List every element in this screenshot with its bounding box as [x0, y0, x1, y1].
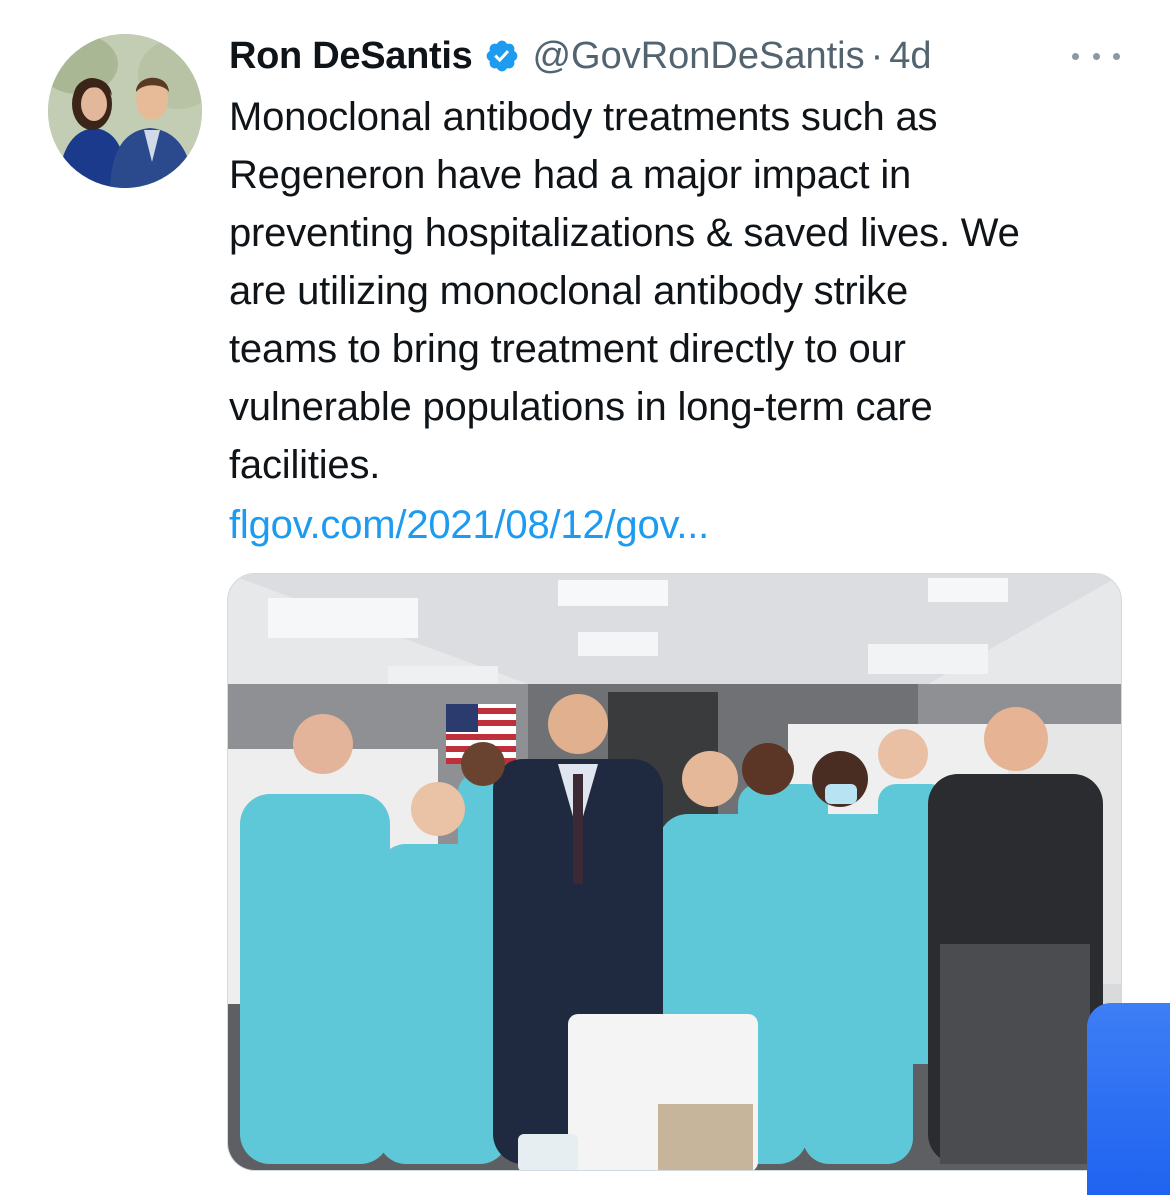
tweet-header: Ron DeSantis @GovRonDeSantis · 4d — [229, 30, 932, 82]
verified-badge-icon — [484, 38, 520, 74]
author-handle[interactable]: @GovRonDeSantis — [532, 30, 864, 82]
more-dot — [1113, 52, 1120, 60]
profile-avatar[interactable] — [48, 34, 202, 188]
author-name[interactable]: Ron DeSantis — [229, 30, 473, 82]
tweet[interactable]: Ron DeSantis @GovRonDeSantis · 4d Monocl… — [0, 0, 1170, 1195]
timestamp[interactable]: 4d — [889, 30, 931, 82]
floating-action-overlay[interactable] — [1087, 1003, 1170, 1195]
more-options-icon[interactable] — [1068, 36, 1124, 76]
more-dot — [1092, 52, 1100, 60]
tweet-link[interactable]: flgov.com/2021/08/12/gov... — [229, 496, 709, 554]
tweet-photo[interactable] — [227, 573, 1122, 1171]
tweet-text: Monoclonal antibody treatments such as R… — [229, 95, 1020, 487]
more-dot — [1072, 52, 1079, 60]
separator-dot: · — [870, 35, 884, 77]
